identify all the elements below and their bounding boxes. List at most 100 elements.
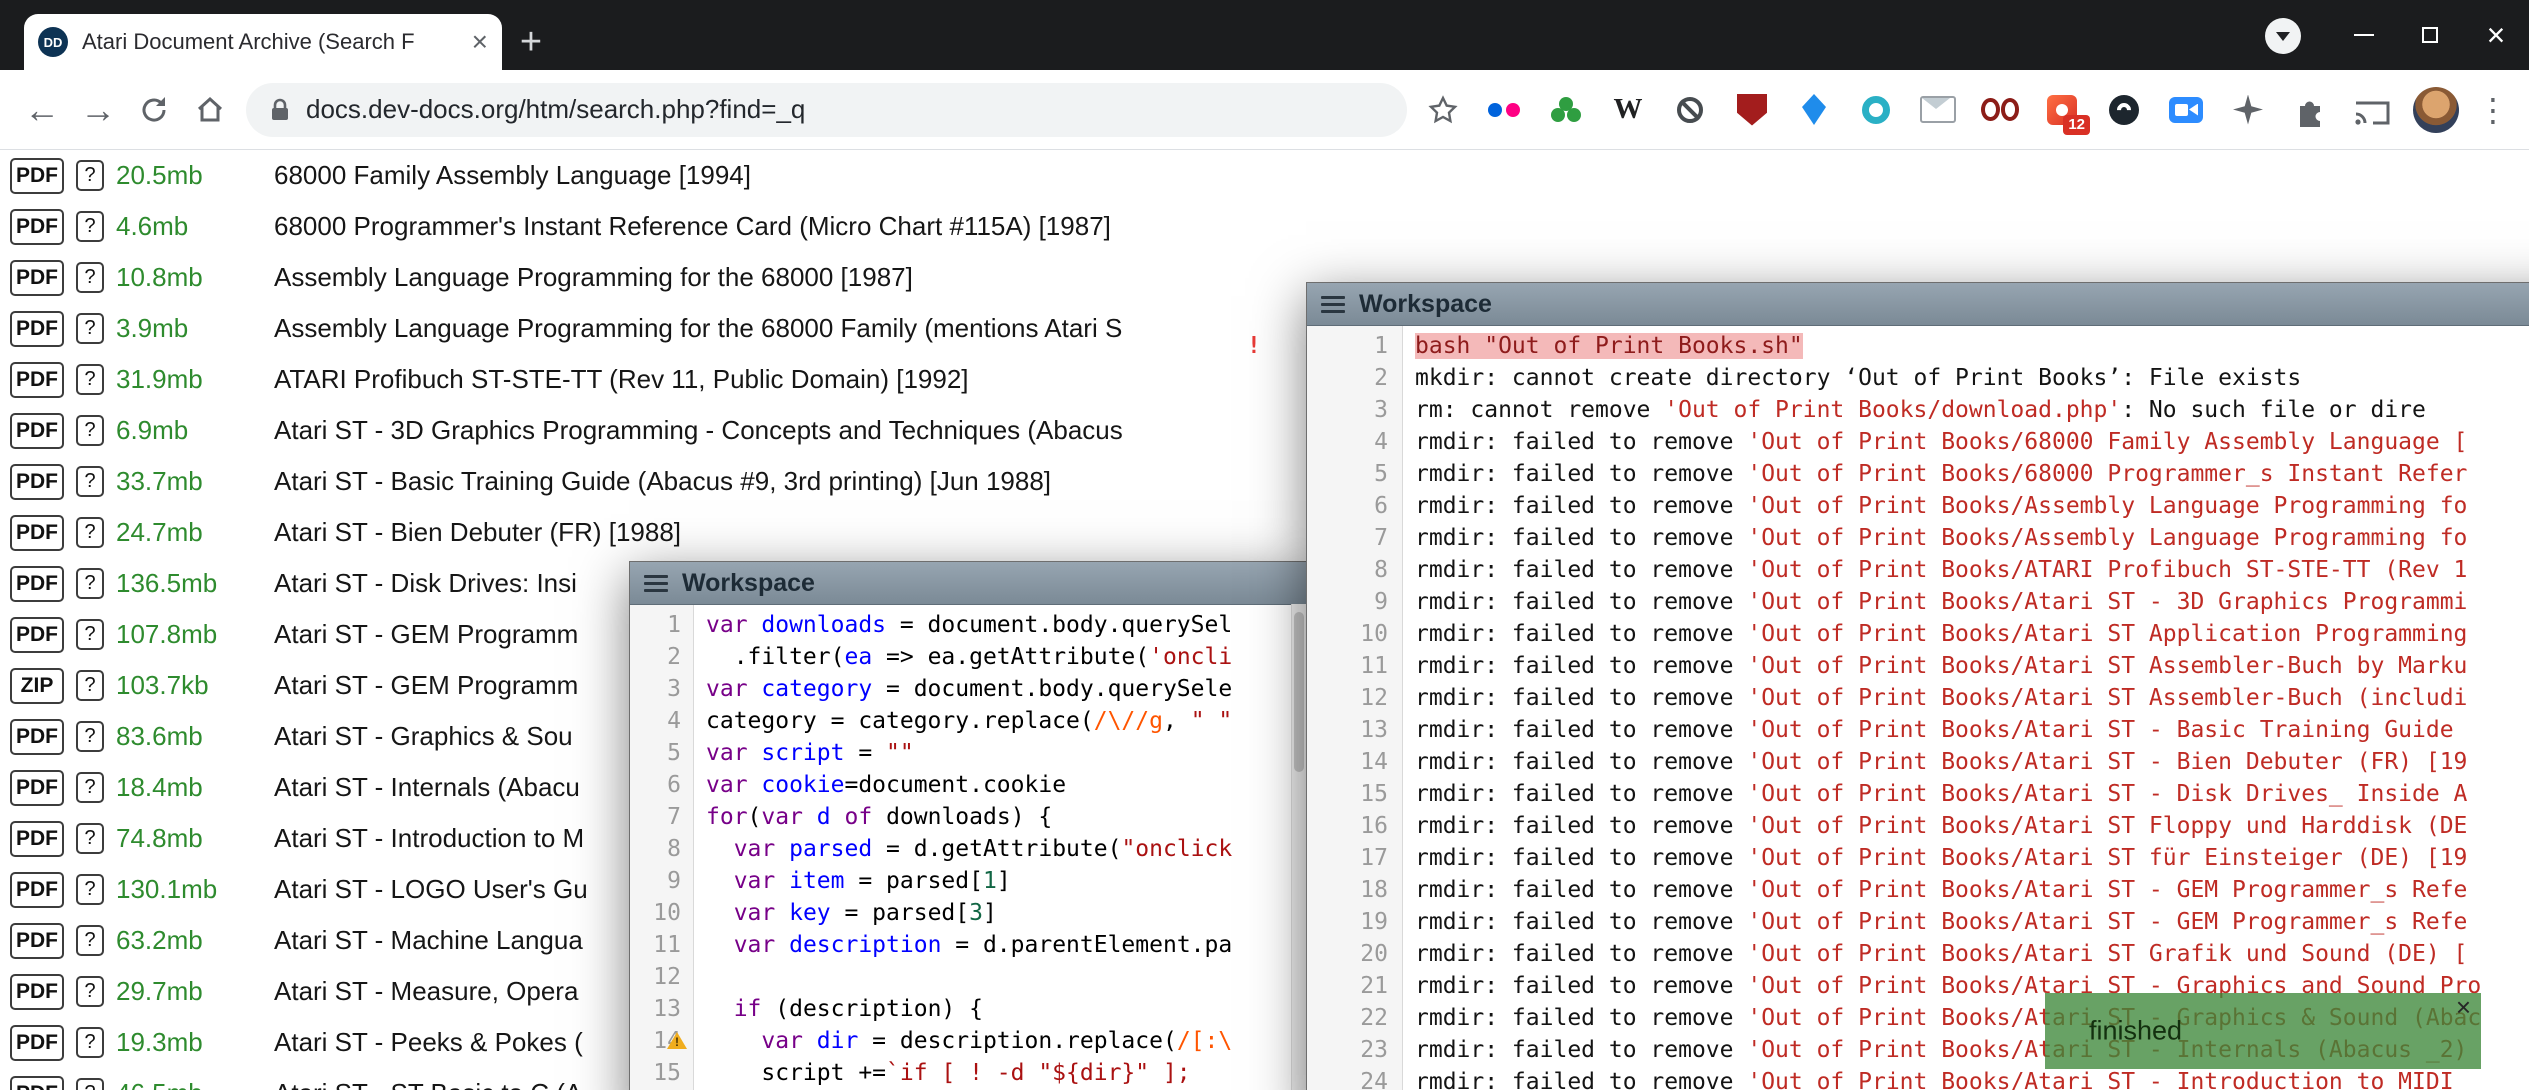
doc-title[interactable]: 68000 Programmer's Instant Reference Car… <box>274 211 1111 242</box>
doc-title[interactable]: Atari ST - Disk Drives: Insi <box>274 568 577 599</box>
code-line[interactable]: var downloads = document.body.querySel <box>706 609 1306 641</box>
browser-tab[interactable]: DD Atari Document Archive (Search F × <box>24 14 502 70</box>
hamburger-menu-icon[interactable] <box>644 575 668 592</box>
doc-title[interactable]: Atari ST - Graphics & Sou <box>274 721 573 752</box>
sparkle-icon[interactable] <box>2229 91 2267 129</box>
ublock-shield-icon[interactable] <box>1733 91 1771 129</box>
notifier-badge-icon[interactable]: 12 <box>2043 91 2081 129</box>
hamburger-menu-icon[interactable] <box>1321 296 1345 313</box>
help-badge[interactable]: ? <box>76 1027 104 1058</box>
record-icon[interactable] <box>2105 91 2143 129</box>
help-badge[interactable]: ? <box>76 772 104 803</box>
video-camera-icon[interactable] <box>2167 91 2205 129</box>
kite-icon[interactable] <box>1795 91 1833 129</box>
code-line[interactable]: var script = "" <box>706 737 1306 769</box>
file-type-badge[interactable]: PDF <box>10 872 64 908</box>
help-badge[interactable]: ? <box>76 415 104 446</box>
browser-update-icon[interactable] <box>2265 18 2301 54</box>
scrollbar[interactable] <box>1291 604 1306 1090</box>
doc-title[interactable]: Atari ST - GEM Programm <box>274 670 578 701</box>
file-type-badge[interactable]: PDF <box>10 362 64 398</box>
doc-title[interactable]: Atari ST - Bien Debuter (FR) [1988] <box>274 517 681 548</box>
code-line[interactable]: if (description) { <box>706 993 1306 1025</box>
help-badge[interactable]: ? <box>76 670 104 701</box>
help-badge[interactable]: ? <box>76 517 104 548</box>
maximize-button[interactable] <box>2397 0 2463 70</box>
minimize-button[interactable] <box>2331 0 2397 70</box>
help-badge[interactable]: ? <box>76 1078 104 1090</box>
code-line[interactable]: script +=`if [ ! -d "${dir}" ]; <box>706 1057 1306 1089</box>
file-type-badge[interactable]: PDF <box>10 923 64 959</box>
code-editor[interactable]: 1234567891011121314!15 var downloads = d… <box>630 605 1306 1090</box>
url-text[interactable]: docs.dev-docs.org/htm/search.php?find=_q <box>306 94 805 125</box>
code-line[interactable]: category = category.replace(/\//g, " " <box>706 705 1306 737</box>
code-line[interactable]: var category = document.body.querySele <box>706 673 1306 705</box>
file-type-badge[interactable]: PDF <box>10 566 64 602</box>
help-badge[interactable]: ? <box>76 211 104 242</box>
scrollbar-thumb[interactable] <box>1294 612 1304 772</box>
doc-title[interactable]: Assembly Language Programming for the 68… <box>274 313 1122 344</box>
notification-close-icon[interactable]: × <box>2456 994 2471 1020</box>
code-line[interactable]: .filter(ea => ea.getAttribute('oncli <box>706 641 1306 673</box>
file-type-badge[interactable]: PDF <box>10 974 64 1010</box>
flickr-dots-icon[interactable] <box>1485 91 1523 129</box>
doc-title[interactable]: Atari ST - Machine Langua <box>274 925 583 956</box>
doc-title[interactable]: ATARI Profibuch ST-STE-TT (Rev 11, Publi… <box>274 364 969 395</box>
new-tab-button[interactable]: + <box>502 14 560 70</box>
doc-title[interactable]: Atari ST - GEM Programm <box>274 619 578 650</box>
doc-title[interactable]: Atari ST - ST Basic to C (A <box>274 1078 582 1090</box>
doc-title[interactable]: Assembly Language Programming for the 68… <box>274 262 913 293</box>
doc-title[interactable]: 68000 Family Assembly Language [1994] <box>274 160 751 191</box>
help-badge[interactable]: ? <box>76 313 104 344</box>
blocked-site-icon[interactable] <box>1671 91 1709 129</box>
help-badge[interactable]: ? <box>76 976 104 1007</box>
tab-close-icon[interactable]: × <box>472 28 488 56</box>
help-badge[interactable]: ? <box>76 874 104 905</box>
help-badge[interactable]: ? <box>76 262 104 293</box>
workspace-titlebar[interactable]: Workspace <box>630 562 1306 605</box>
file-type-badge[interactable]: PDF <box>10 821 64 857</box>
cast-icon[interactable] <box>2353 91 2391 129</box>
file-type-badge[interactable]: PDF <box>10 464 64 500</box>
code-line[interactable]: for(var d of downloads) { <box>706 801 1306 833</box>
file-type-badge[interactable]: PDF <box>10 515 64 551</box>
doc-title[interactable]: Atari ST - Basic Training Guide (Abacus … <box>274 466 1051 497</box>
file-type-badge[interactable]: PDF <box>10 311 64 347</box>
glasses-icon[interactable] <box>1981 91 2019 129</box>
clover-icon[interactable] <box>1547 91 1585 129</box>
code-line[interactable]: var description = d.parentElement.pa <box>706 929 1306 961</box>
forward-button[interactable]: → <box>70 82 126 138</box>
doc-title[interactable]: Atari ST - Internals (Abacu <box>274 772 580 803</box>
help-badge[interactable]: ? <box>76 568 104 599</box>
file-type-badge[interactable]: PDF <box>10 260 64 296</box>
ring-icon[interactable] <box>1857 91 1895 129</box>
home-button[interactable] <box>182 82 238 138</box>
terminal-output[interactable]: 123456789101112131415161718192021222324 … <box>1307 326 2529 1090</box>
code-line[interactable]: var key = parsed[3] <box>706 897 1306 929</box>
code-line[interactable]: var parsed = d.getAttribute("onclick <box>706 833 1306 865</box>
browser-menu-icon[interactable]: ⋮ <box>2477 91 2509 129</box>
file-type-badge[interactable]: PDF <box>10 413 64 449</box>
doc-title[interactable]: Atari ST - LOGO User's Gu <box>274 874 588 905</box>
back-button[interactable]: ← <box>14 82 70 138</box>
close-window-button[interactable]: × <box>2463 0 2529 70</box>
wikipedia-icon[interactable]: W <box>1609 91 1647 129</box>
code-line[interactable]: var cookie=document.cookie <box>706 769 1306 801</box>
code-line[interactable]: var item = parsed[1] <box>706 865 1306 897</box>
help-badge[interactable]: ? <box>76 823 104 854</box>
reload-button[interactable] <box>126 82 182 138</box>
help-badge[interactable]: ? <box>76 925 104 956</box>
file-type-badge[interactable]: PDF <box>10 209 64 245</box>
file-type-badge[interactable]: PDF <box>10 719 64 755</box>
editor-code-pane[interactable]: var downloads = document.body.querySel .… <box>694 605 1306 1090</box>
doc-title[interactable]: Atari ST - Peeks & Pokes ( <box>274 1027 583 1058</box>
help-badge[interactable]: ? <box>76 364 104 395</box>
bookmark-star-button[interactable] <box>1415 82 1471 138</box>
file-type-badge[interactable]: PDF <box>10 770 64 806</box>
file-type-badge[interactable]: ZIP <box>10 668 64 704</box>
file-type-badge[interactable]: PDF <box>10 617 64 653</box>
workspace-titlebar[interactable]: Workspace <box>1307 283 2529 326</box>
doc-title[interactable]: Atari ST - 3D Graphics Programming - Con… <box>274 415 1123 446</box>
help-badge[interactable]: ? <box>76 619 104 650</box>
code-line[interactable] <box>706 961 1306 993</box>
